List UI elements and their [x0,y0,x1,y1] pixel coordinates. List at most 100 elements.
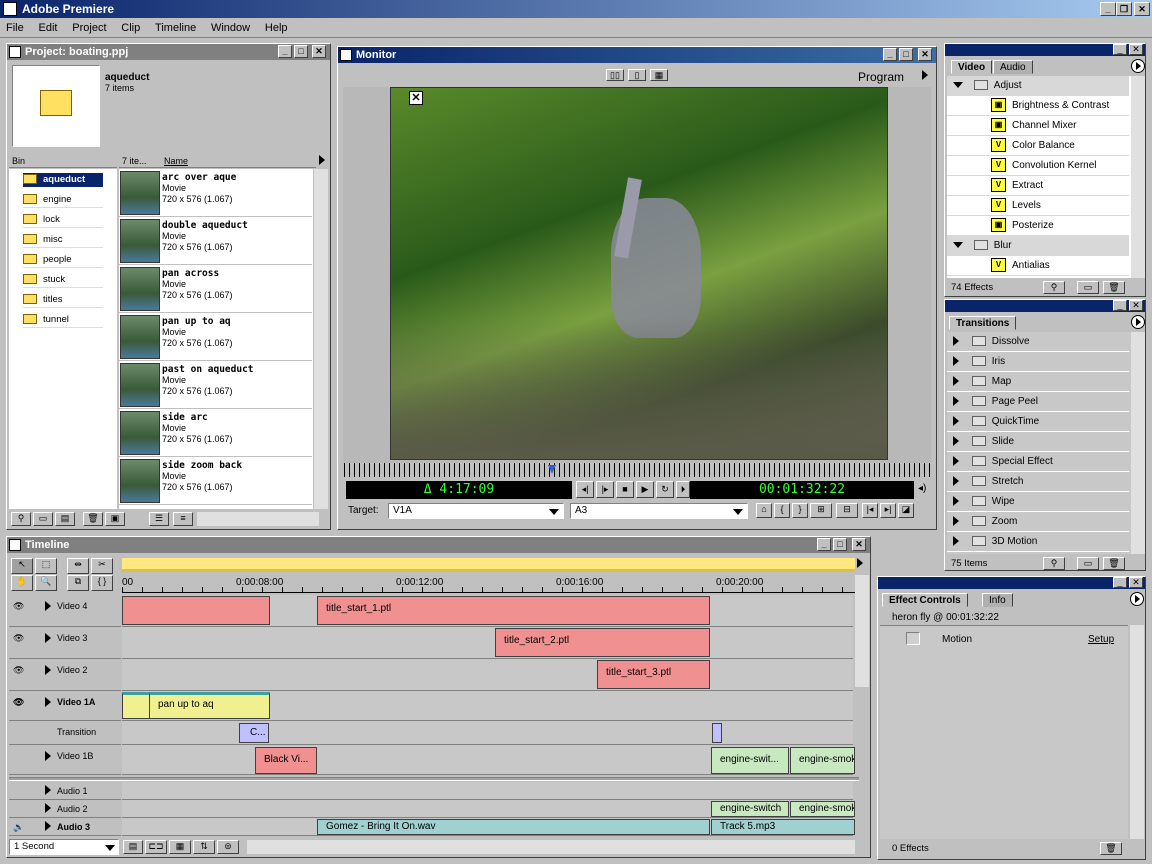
video-clip[interactable] [122,692,150,719]
speaker-icon[interactable]: 🔊 [13,819,24,835]
monitor-menu-arrow[interactable] [922,70,928,81]
selection-tool-icon[interactable]: ↖ [11,558,33,574]
list-item[interactable]: side arc Movie 720 x 576 (1.067) [119,409,312,457]
dual-view-icon[interactable]: ▯▯ [606,69,624,81]
track-divider[interactable] [9,777,859,781]
effect-item[interactable]: ▣ Posterize [947,216,1129,236]
video-frame[interactable]: ✕ [390,87,888,460]
list-item[interactable]: double aqueduct Movie 720 x 576 (1.067) [119,217,312,265]
menu-timeline[interactable]: Timeline [149,18,202,38]
find-icon[interactable]: ⚲ [1043,557,1065,570]
time-ruler[interactable]: 00 0:00:08:00 0:00:12:00 0:00:16:00 0:00… [122,575,855,593]
playhead-marker[interactable] [548,465,556,474]
close-icon[interactable]: ✕ [1129,577,1143,588]
target-audio-select[interactable]: A3 [570,503,748,519]
overlay-icon[interactable]: ⊟ [836,503,858,518]
audio-clip[interactable]: Track 5.mp3 [711,819,855,835]
new-item-icon[interactable]: ▤ [55,512,75,526]
bin-item-misc[interactable]: misc [23,233,103,248]
close-icon[interactable]: ✕ [1129,44,1143,55]
video-clip[interactable]: engine-smok [790,747,855,774]
minimize-icon[interactable]: _ [883,48,897,61]
expand-icon[interactable] [45,785,51,795]
effect-item[interactable]: V Levels [947,196,1129,216]
in-out-tool-icon[interactable]: { } [91,575,113,591]
eye-icon[interactable]: 👁 [13,691,24,713]
effect-item[interactable]: V Convolution Kernel [947,156,1129,176]
minimize-icon[interactable]: _ [278,45,292,58]
track-header-video-3[interactable]: 👁 Video 3 [9,627,121,659]
expand-icon[interactable] [45,633,51,643]
expand-icon[interactable] [45,601,51,611]
trash-icon[interactable]: 🗑 [1100,842,1122,855]
transition-clip[interactable] [712,723,722,743]
minimize-icon[interactable]: _ [1113,577,1127,588]
track-row-transition[interactable] [122,721,853,745]
next-edit-icon[interactable]: ▸| [880,503,896,518]
trim-view-icon[interactable]: ▦ [650,69,668,81]
track-header-audio-2[interactable]: Audio 2 [9,800,121,818]
loop-icon[interactable]: ↻ [656,481,674,498]
thumbnail-view-icon[interactable]: ▣ [105,512,125,526]
timeline-horizontal-scrollbar[interactable] [247,840,855,854]
sync-mode-icon[interactable]: ⊜ [217,840,239,854]
close-icon[interactable]: ✕ [409,91,423,105]
bin-column-header[interactable]: Bin [9,155,117,168]
transition-folder[interactable]: Map [947,372,1129,392]
effect-item[interactable]: V Antialias [947,256,1129,276]
effect-item[interactable]: ▣ Channel Mixer [947,116,1129,136]
list-item[interactable]: pan across Movie 720 x 576 (1.067) [119,265,312,313]
bin-item-engine[interactable]: engine [23,193,103,208]
track-header-video-4[interactable]: 👁 Video 4 [9,595,121,627]
effect-controls-scrollbar[interactable] [1130,625,1144,839]
close-icon[interactable]: ✕ [918,48,932,61]
find-icon[interactable]: ⚲ [11,512,31,526]
find-icon[interactable]: ⚲ [1043,281,1065,294]
transition-folder[interactable]: Stretch [947,472,1129,492]
menu-window[interactable]: Window [205,18,256,38]
new-bin-icon[interactable]: ▭ [33,512,53,526]
eye-icon[interactable]: 👁 [13,659,24,681]
list-item[interactable]: side zoom back Movie 720 x 576 (1.067) [119,457,312,505]
volume-icon[interactable]: ◂) [918,483,926,494]
transition-folder[interactable]: 3D Motion [947,532,1129,552]
stop-icon[interactable]: ■ [616,481,634,498]
track-header-video-1b[interactable]: Video 1B [9,745,121,775]
bin-item-tunnel[interactable]: tunnel [23,313,103,328]
menu-help[interactable]: Help [259,18,294,38]
expand-icon[interactable] [45,751,51,761]
work-area-bar[interactable] [122,558,855,572]
expand-icon[interactable] [45,803,51,813]
razor-tool-icon[interactable]: ✂ [91,558,113,574]
maximize-icon[interactable]: □ [294,45,308,58]
mark-out-icon[interactable]: } [792,503,808,518]
bin-item-titles[interactable]: titles [23,293,103,308]
minimize-icon[interactable]: _ [1113,44,1127,55]
step-back-icon[interactable]: ◂| [576,481,594,498]
play-icon[interactable]: ▶ [636,481,654,498]
target-video-select[interactable]: V1A [388,503,564,519]
panel-menu-icon[interactable] [1130,592,1144,606]
panel-menu-icon[interactable] [1131,59,1145,73]
list-item[interactable]: arc over aque Movie 720 x 576 (1.067) [119,169,312,217]
transition-folder[interactable]: Zoom [947,512,1129,532]
expand-icon[interactable] [45,697,51,707]
track-header-video-2[interactable]: 👁 Video 2 [9,659,121,691]
header-arrow-icon[interactable] [316,155,328,168]
track-format-icon[interactable]: ▤ [123,840,143,854]
track-row-video-2[interactable] [122,659,853,691]
video-tracks-scrollbar[interactable] [855,575,869,687]
transition-folder[interactable]: Wipe [947,492,1129,512]
effects-scrollbar[interactable] [1131,76,1145,278]
menu-file[interactable]: File [0,18,30,38]
folder-blur[interactable]: Blur [947,236,1129,256]
trash-icon[interactable]: 🗑 [1103,281,1125,294]
list-item[interactable]: pan up to aq Movie 720 x 576 (1.067) [119,313,312,361]
effect-item[interactable]: V Color Balance [947,136,1129,156]
audio-clip[interactable]: Gomez - Bring It On.wav [317,819,710,835]
title-clip[interactable]: title_start_1.ptl [317,596,710,625]
expand-icon[interactable] [45,665,51,675]
minimize-icon[interactable]: _ [1113,300,1127,311]
tab-transitions[interactable]: Transitions [949,316,1017,330]
trash-icon[interactable]: 🗑 [83,512,103,526]
